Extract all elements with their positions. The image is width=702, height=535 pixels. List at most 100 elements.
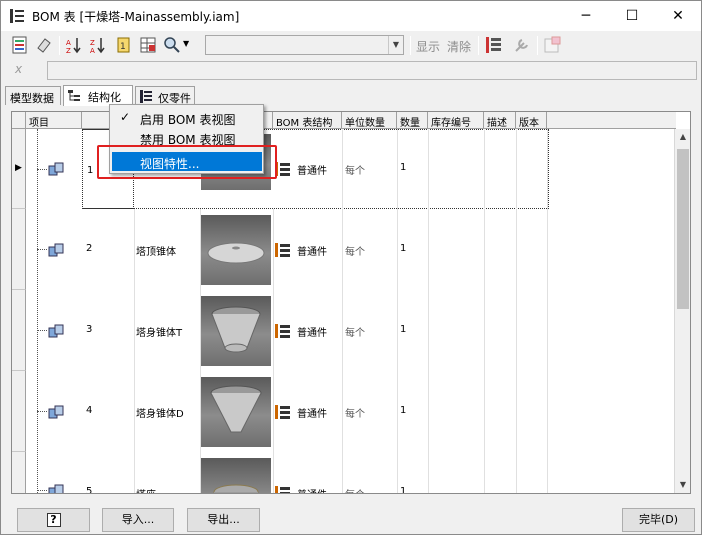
assembly-icon bbox=[48, 484, 64, 493]
col-item[interactable]: 项目 bbox=[26, 112, 82, 129]
col-revision[interactable]: 版本 bbox=[516, 112, 547, 129]
done-button[interactable]: 完毕(D) bbox=[622, 508, 695, 532]
corner-cell bbox=[12, 112, 26, 129]
row-header[interactable] bbox=[12, 452, 26, 493]
row-header[interactable]: ▶ bbox=[12, 129, 26, 209]
bom-window: BOM 表 [干燥塔-Mainassembly.iam] ─ ☐ ✕ AZ ZA… bbox=[0, 0, 702, 535]
bom-structure-icon bbox=[275, 405, 290, 419]
eraser-icon[interactable] bbox=[35, 36, 53, 54]
chevron-down-icon[interactable]: ▼ bbox=[388, 36, 403, 54]
part-name[interactable]: 塔座 bbox=[136, 486, 156, 493]
grid-line bbox=[428, 129, 429, 493]
tab-model-data[interactable]: 模型数据 bbox=[5, 86, 61, 105]
bom-properties-icon[interactable] bbox=[11, 36, 29, 54]
item-number[interactable]: 5 bbox=[86, 486, 92, 493]
scrollbar-thumb[interactable] bbox=[677, 149, 689, 309]
svg-text:A: A bbox=[66, 39, 71, 47]
find-icon[interactable] bbox=[163, 36, 181, 54]
svg-text:Z: Z bbox=[66, 47, 71, 54]
item-number[interactable]: 2 bbox=[86, 243, 92, 254]
grid-line bbox=[397, 129, 398, 493]
assembly-icon bbox=[48, 324, 64, 338]
window-title: BOM 表 [干燥塔-Mainassembly.iam] bbox=[32, 10, 240, 24]
svg-text:Z: Z bbox=[90, 39, 95, 47]
sort-descending-icon[interactable]: ZA bbox=[89, 36, 107, 54]
scroll-up-icon[interactable]: ▲ bbox=[675, 129, 690, 145]
annotation-highlight-box bbox=[97, 145, 277, 179]
cone-top-image bbox=[207, 242, 265, 264]
part-thumbnail bbox=[201, 377, 271, 447]
assembly-icon bbox=[48, 243, 64, 257]
qty-value: 1 bbox=[400, 324, 407, 335]
vertical-scrollbar[interactable]: ▲ ▼ bbox=[674, 129, 690, 493]
tower-base-image bbox=[213, 484, 259, 493]
import-button[interactable]: 导入... bbox=[102, 508, 174, 532]
unit-qty-value: 每个 bbox=[345, 247, 365, 258]
renumber-icon[interactable]: 1 bbox=[115, 36, 133, 54]
col-description[interactable]: 描述 bbox=[484, 112, 516, 129]
tree-connector bbox=[37, 169, 47, 170]
svg-text:1: 1 bbox=[120, 42, 126, 52]
cone-bottom-image bbox=[210, 385, 262, 433]
grid-line bbox=[484, 129, 485, 493]
filter-combo[interactable]: ▼ bbox=[205, 35, 404, 55]
wrench-icon bbox=[515, 39, 528, 52]
toolbar-separator bbox=[410, 36, 411, 55]
fx-icon: x bbox=[15, 62, 23, 76]
part-name[interactable]: 塔身锥体T bbox=[136, 324, 182, 339]
col-bom-structure[interactable]: BOM 表结构 bbox=[273, 112, 342, 129]
current-row-arrow-icon: ▶ bbox=[15, 163, 22, 173]
bom-structure-value: 普通件 bbox=[297, 247, 327, 258]
grid-line bbox=[547, 129, 548, 493]
part-thumbnail bbox=[201, 458, 271, 493]
clear-button[interactable]: 清除 bbox=[447, 38, 471, 55]
tree-connector bbox=[37, 249, 47, 250]
minimize-button[interactable]: ─ bbox=[563, 1, 609, 31]
tree-connector bbox=[37, 129, 38, 493]
col-stock-number[interactable]: 库存编号 bbox=[428, 112, 484, 129]
table-settings-icon[interactable] bbox=[139, 36, 157, 54]
title-bar: BOM 表 [干燥塔-Mainassembly.iam] ─ ☐ ✕ bbox=[1, 1, 701, 31]
grid-line bbox=[134, 209, 135, 493]
formula-input[interactable] bbox=[47, 61, 697, 80]
col-unit-qty[interactable]: 单位数量 bbox=[342, 112, 397, 129]
close-button[interactable]: ✕ bbox=[655, 1, 701, 31]
unit-qty-value: 每个 bbox=[345, 486, 365, 493]
bom-structure-value: 普通件 bbox=[297, 328, 327, 339]
tab-structured[interactable]: 结构化 bbox=[63, 85, 133, 106]
menu-item-enable-bom-view[interactable]: ✓ 启用 BOM 表视图 bbox=[112, 108, 262, 127]
tab-parts-only[interactable]: 仅零件 bbox=[135, 86, 195, 105]
bom-structure-icon bbox=[275, 486, 290, 493]
chevron-down-icon[interactable]: ▼ bbox=[183, 39, 189, 48]
row-header[interactable] bbox=[12, 290, 26, 371]
bom-structure-icon bbox=[275, 243, 290, 257]
part-name[interactable]: 塔顶锥体 bbox=[136, 243, 176, 258]
toolbar: AZ ZA 1 ▼ ▼ 显示 清除 bbox=[5, 33, 699, 58]
export-button[interactable]: 导出... bbox=[187, 508, 260, 532]
show-button[interactable]: 显示 bbox=[416, 38, 440, 55]
row-header[interactable] bbox=[12, 371, 26, 452]
qty-value: 1 bbox=[400, 405, 407, 416]
toolbar-separator bbox=[537, 36, 538, 55]
help-icon: ? bbox=[46, 513, 61, 527]
maximize-button[interactable]: ☐ bbox=[609, 1, 655, 31]
item-number[interactable]: 4 bbox=[86, 405, 92, 416]
grid-line bbox=[273, 209, 274, 493]
part-thumbnail bbox=[201, 296, 271, 366]
tree-connector bbox=[37, 411, 47, 412]
part-name[interactable]: 塔身锥体D bbox=[136, 405, 184, 420]
row-header[interactable] bbox=[12, 209, 26, 290]
bom-structure-icon bbox=[275, 324, 290, 338]
menu-item-label: 启用 BOM 表视图 bbox=[140, 113, 236, 127]
cone-body-image bbox=[211, 306, 261, 353]
export-table-icon bbox=[544, 36, 561, 53]
assembly-icon bbox=[48, 405, 64, 419]
scroll-down-icon[interactable]: ▼ bbox=[675, 477, 690, 493]
sort-ascending-icon[interactable]: AZ bbox=[65, 36, 83, 54]
item-number[interactable]: 3 bbox=[86, 324, 92, 335]
bom-structure-icon[interactable] bbox=[485, 36, 503, 54]
col-qty[interactable]: 数量 bbox=[397, 112, 428, 129]
toolbar-separator bbox=[59, 36, 60, 55]
tab-label: 模型数据 bbox=[10, 92, 54, 105]
help-button[interactable]: ? bbox=[17, 508, 90, 532]
